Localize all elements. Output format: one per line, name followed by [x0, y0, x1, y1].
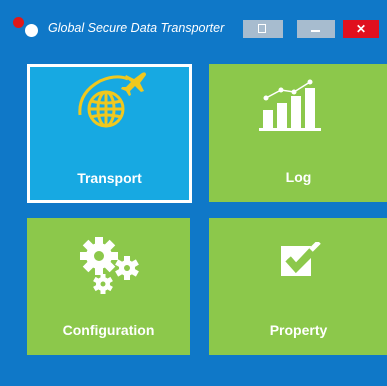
close-icon: ✕ [355, 22, 367, 36]
checkbox-icon [281, 242, 322, 276]
configuration-label: Configuration [62, 322, 155, 338]
transport-label: Transport [77, 170, 142, 186]
gears-icon [80, 237, 139, 294]
app-logo-red-dot [13, 17, 24, 28]
title-bar[interactable]: Global Secure Data Transporter ✕ [0, 0, 387, 44]
globe-airplane-icon [78, 72, 146, 128]
property-tile[interactable]: Property [209, 218, 387, 355]
transport-tile[interactable]: Transport [27, 64, 192, 203]
log-label: Log [285, 169, 312, 185]
minimize-button[interactable] [297, 20, 335, 38]
close-button[interactable]: ✕ [343, 20, 379, 38]
window-title: Global Secure Data Transporter [48, 21, 225, 35]
configuration-tile[interactable]: Configuration [27, 218, 190, 355]
bar-chart-icon [259, 79, 321, 131]
minimize-icon [311, 30, 320, 32]
log-tile[interactable]: Log [209, 64, 387, 202]
app-window: Global Secure Data Transporter ✕ Transpo… [0, 0, 387, 386]
app-logo-white-dot [25, 24, 38, 37]
restore-icon [258, 24, 266, 33]
property-label: Property [269, 322, 328, 338]
restore-button[interactable] [243, 20, 283, 38]
